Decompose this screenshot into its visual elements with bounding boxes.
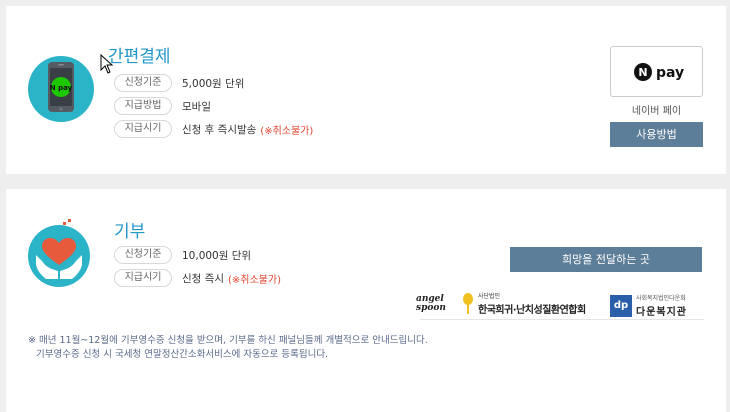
npay-title: 간편결제	[108, 47, 171, 67]
row-value: 모바일	[182, 100, 211, 113]
svg-text:N pay: N pay	[50, 84, 73, 92]
how-to-use-button[interactable]: 사용방법	[610, 122, 703, 147]
row-tag: 지급시기	[114, 120, 172, 138]
angelspoon-script: angel spoon	[416, 294, 446, 313]
row-value: 신청 후 즉시발송	[182, 123, 257, 136]
partner2-org: 다운복지관	[636, 307, 687, 318]
npay-row-criteria: 신청기준 5,000원 단위	[114, 74, 244, 92]
divider	[420, 319, 704, 320]
npay-logo-n: N	[638, 66, 647, 79]
row-value: 10,000원 단위	[182, 249, 252, 262]
partner1-org: 한국희귀·난치성질환연합회	[478, 305, 586, 316]
receipt-notice: ※ 매년 11월~12월에 기부영수증 신청을 받으며, 기부를 하신 패널님들…	[28, 335, 428, 346]
row-value: 5,000원 단위	[182, 77, 245, 90]
npay-logo-label: 네이버 페이	[631, 106, 682, 117]
hope-delivery-button[interactable]: 희망을 전달하는 곳	[510, 247, 702, 272]
partner2-org-sub: 사회복지법인다운회	[636, 295, 686, 302]
npay-card: N pay 간편결제 신청기준 5,000원 단위 지급방법 모바일 지급시기 …	[6, 6, 726, 174]
row-tag: 지급시기	[114, 269, 172, 287]
partner-logo-angelspoon: angel spoon 사단법인 한국희귀·난치성질환연합회	[416, 291, 606, 319]
row-value: 신청 즉시	[182, 272, 224, 285]
donate-card: 기부 신청기준 10,000원 단위 지급시기 신청 즉시 (※취소불가) 희망…	[6, 189, 726, 412]
row-tag: 신청기준	[114, 74, 172, 92]
sparkle-icon	[63, 219, 71, 225]
no-cancel-warning: (※취소불가)	[227, 274, 281, 286]
donate-title: 기부	[114, 222, 146, 242]
donate-row-timing: 지급시기 신청 즉시 (※취소불가)	[114, 269, 281, 287]
row-tag: 지급방법	[114, 97, 172, 115]
partner-logo-daun: dp 사회복지법인다운회 다운복지관	[610, 293, 704, 319]
dp-badge: dp	[610, 295, 632, 317]
no-cancel-warning: (※취소불가)	[260, 125, 314, 137]
receipt-notice: 기부영수증 신청 시 국세청 연말정산간소화서비스에 자동으로 등록됩니다.	[36, 349, 329, 360]
npay-logo: N pay	[610, 46, 703, 97]
npay-logo-text: pay	[656, 65, 684, 81]
spoon-icon	[463, 293, 473, 314]
partner1-org-sub: 사단법인	[478, 293, 501, 300]
phone-pay-icon: N pay	[28, 56, 94, 122]
row-tag: 신청기준	[114, 246, 172, 264]
donation-heart-icon	[28, 225, 90, 287]
npay-row-method: 지급방법 모바일	[114, 97, 211, 115]
npay-row-timing: 지급시기 신청 후 즉시발송 (※취소불가)	[114, 120, 313, 138]
donate-row-criteria: 신청기준 10,000원 단위	[114, 246, 251, 264]
